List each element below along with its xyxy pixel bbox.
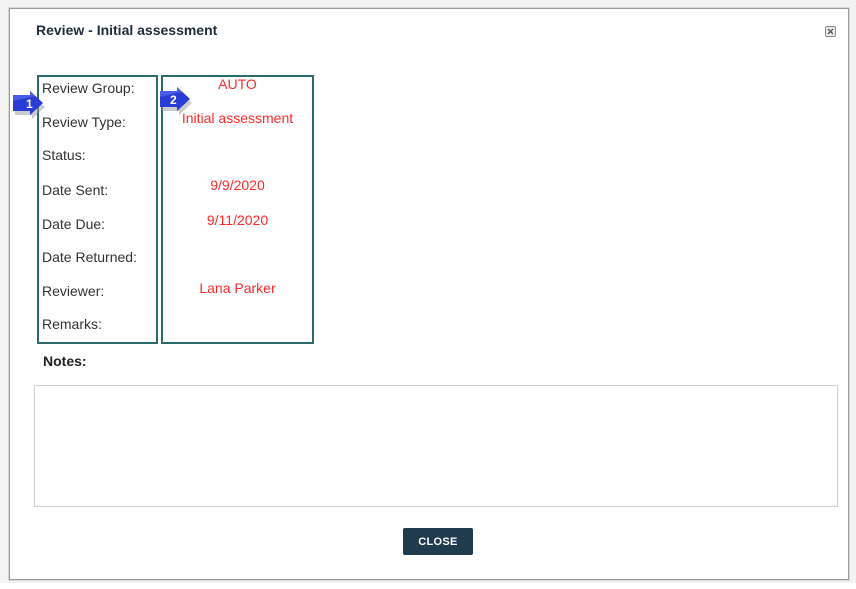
close-button[interactable]: CLOSE xyxy=(403,528,473,555)
label-date-returned: Date Returned: xyxy=(42,249,137,265)
marker-2-number: 2 xyxy=(170,93,177,107)
notes-textarea[interactable] xyxy=(34,385,838,507)
callout-marker-2: 2 xyxy=(158,87,198,122)
notes-label: Notes: xyxy=(43,353,87,369)
close-icon[interactable] xyxy=(825,26,836,37)
dialog-titlebar: Review - Initial assessment xyxy=(10,9,848,49)
label-date-due: Date Due: xyxy=(42,216,106,232)
label-status: Status: xyxy=(42,147,86,163)
label-review-type: Review Type: xyxy=(42,114,126,130)
dialog-title: Review - Initial assessment xyxy=(36,22,218,38)
label-date-sent: Date Sent: xyxy=(42,182,109,198)
value-date-due: 9/11/2020 xyxy=(206,212,269,228)
background-strip xyxy=(0,583,856,589)
value-reviewer: Lana Parker xyxy=(199,280,276,296)
callout-marker-1: 1 xyxy=(11,91,45,126)
value-date-sent: 9/9/2020 xyxy=(210,177,265,193)
label-reviewer: Reviewer: xyxy=(42,283,105,299)
label-remarks: Remarks: xyxy=(42,316,102,332)
marker-1-number: 1 xyxy=(26,97,33,111)
label-review-group: Review Group: xyxy=(42,80,135,96)
review-dialog: Review - Initial assessment Review Group… xyxy=(9,8,849,580)
